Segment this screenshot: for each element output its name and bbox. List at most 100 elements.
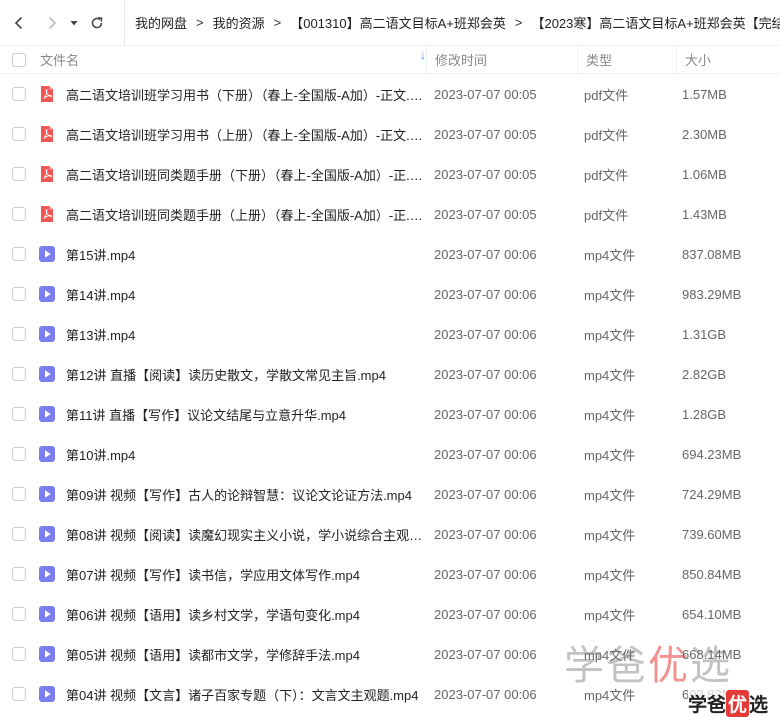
pdf-icon <box>38 205 56 223</box>
table-row[interactable]: 第13讲.mp4 2023-07-07 00:06 mp4文件 1.31GB <box>0 314 780 354</box>
file-type: pdf文件 <box>584 87 629 103</box>
file-name[interactable]: 第15讲.mp4 <box>66 245 426 264</box>
breadcrumb-item[interactable]: 【2023寒】高二语文目标A+班郑会英【完结】 <box>531 13 780 32</box>
table-row[interactable]: 第11讲 直播【写作】议论文结尾与立意升华.mp4 2023-07-07 00:0… <box>0 394 780 434</box>
row-checkbox[interactable] <box>12 447 26 461</box>
video-icon <box>38 285 56 303</box>
table-row[interactable]: 第10讲.mp4 2023-07-07 00:06 mp4文件 694.23MB <box>0 434 780 474</box>
file-name[interactable]: 第10讲.mp4 <box>66 445 426 464</box>
history-dropdown-button[interactable] <box>63 11 86 35</box>
file-size: 654.10MB <box>682 606 742 622</box>
select-all-checkbox[interactable] <box>12 52 26 67</box>
file-name[interactable]: 第06讲 视频【语用】读乡村文学，学语句变化.mp4 <box>66 605 426 624</box>
row-checkbox[interactable] <box>12 527 26 541</box>
file-type: pdf文件 <box>584 207 629 223</box>
sort-arrow-icon: ↓ <box>420 48 426 62</box>
table-row[interactable]: 第07讲 视频【写作】读书信，学应用文体写作.mp4 2023-07-07 00:… <box>0 554 780 594</box>
file-type: mp4文件 <box>584 327 636 343</box>
table-row[interactable]: 第15讲.mp4 2023-07-07 00:06 mp4文件 837.08MB <box>0 234 780 274</box>
column-header-name[interactable]: 文件名 ↓ <box>38 48 426 69</box>
file-size: 837.08MB <box>682 246 742 262</box>
file-name[interactable]: 高二语文培训班同类题手册（下册）（春上-全国版-A加）-正.pdf <box>66 165 426 184</box>
column-header-type[interactable]: 类型 <box>578 50 676 69</box>
file-name[interactable]: 第13讲.mp4 <box>66 325 426 344</box>
breadcrumb-item[interactable]: 【001310】高二语文目标A+班郑会英 <box>290 13 506 32</box>
video-icon <box>38 605 56 623</box>
table-row[interactable]: 第14讲.mp4 2023-07-07 00:06 mp4文件 983.29MB <box>0 274 780 314</box>
file-modified: 2023-07-07 00:06 <box>434 526 537 542</box>
file-size: 1.43MB <box>682 206 727 222</box>
video-icon <box>38 325 56 343</box>
row-checkbox[interactable] <box>12 247 26 261</box>
file-type: mp4文件 <box>584 367 636 383</box>
file-modified: 2023-07-07 00:05 <box>434 166 537 182</box>
pdf-icon <box>38 125 56 143</box>
file-size: 1.57MB <box>682 86 727 102</box>
column-header-modified-label: 修改时间 <box>435 53 488 68</box>
back-button[interactable] <box>8 11 31 35</box>
row-checkbox[interactable] <box>12 207 26 221</box>
file-name[interactable]: 第04讲 视频【文言】诸子百家专题（下）：文言文主观题.mp4 <box>66 685 426 704</box>
breadcrumb-item[interactable]: 我的资源 <box>213 13 265 32</box>
file-name[interactable]: 第11讲 直播【写作】议论文结尾与立意升华.mp4 <box>66 405 426 424</box>
video-icon <box>38 365 56 383</box>
column-header-size[interactable]: 大小 <box>677 50 767 69</box>
refresh-button[interactable] <box>86 11 109 35</box>
file-type: pdf文件 <box>584 167 629 183</box>
table-header: 文件名 ↓ 修改时间 类型 大小 <box>0 45 780 74</box>
table-row[interactable]: 第08讲 视频【阅读】读魔幻现实主义小说，学小说综合主观题.... 2023-07… <box>0 514 780 554</box>
refresh-icon <box>91 16 103 28</box>
table-row[interactable]: 高二语文培训班同类题手册（下册）（春上-全国版-A加）-正.pdf 2023-07… <box>0 154 780 194</box>
row-checkbox[interactable] <box>12 647 26 661</box>
file-name[interactable]: 第12讲 直播【阅读】读历史散文，学散文常见主旨.mp4 <box>66 365 426 384</box>
table-row[interactable]: 第06讲 视频【语用】读乡村文学，学语句变化.mp4 2023-07-07 00:… <box>0 594 780 634</box>
table-row[interactable]: 第12讲 直播【阅读】读历史散文，学散文常见主旨.mp4 2023-07-07 0… <box>0 354 780 394</box>
file-type: mp4文件 <box>584 487 636 503</box>
row-checkbox[interactable] <box>12 687 26 701</box>
breadcrumb: 我的网盘 > 我的资源 > 【001310】高二语文目标A+班郑会英 > 【20… <box>124 0 780 46</box>
column-header-modified[interactable]: 修改时间 <box>427 50 577 69</box>
column-header-name-label: 文件名 <box>40 53 80 68</box>
watermark-text: 学爸 <box>564 643 648 689</box>
file-name[interactable]: 第05讲 视频【语用】读都市文学，学修辞手法.mp4 <box>66 645 426 664</box>
file-name[interactable]: 第14讲.mp4 <box>66 285 426 304</box>
row-checkbox[interactable] <box>12 607 26 621</box>
watermark-logo-text: 选 <box>749 694 769 716</box>
file-type: pdf文件 <box>584 127 629 143</box>
table-row[interactable]: 高二语文培训班学习用书（下册）（春上-全国版-A加）-正文.pdf 2023-07… <box>0 74 780 114</box>
video-icon <box>38 645 56 663</box>
file-name[interactable]: 高二语文培训班学习用书（下册）（春上-全国版-A加）-正文.pdf <box>66 85 426 104</box>
breadcrumb-item[interactable]: 我的网盘 <box>135 13 187 32</box>
row-checkbox[interactable] <box>12 127 26 141</box>
column-header-size-label: 大小 <box>685 53 712 68</box>
row-checkbox[interactable] <box>12 167 26 181</box>
file-size: 724.29MB <box>682 486 742 502</box>
file-name[interactable]: 第08讲 视频【阅读】读魔幻现实主义小说，学小说综合主观题.... <box>66 525 426 544</box>
file-size: 739.60MB <box>682 526 742 542</box>
file-modified: 2023-07-07 00:06 <box>434 486 537 502</box>
table-row[interactable]: 第09讲 视频【写作】古人的论辩智慧：议论文论证方法.mp4 2023-07-07… <box>0 474 780 514</box>
row-checkbox[interactable] <box>12 327 26 341</box>
forward-button[interactable] <box>41 11 64 35</box>
row-checkbox[interactable] <box>12 487 26 501</box>
watermark-large: 学爸优选 <box>564 633 732 691</box>
caret-down-icon <box>70 20 78 25</box>
table-row[interactable]: 高二语文培训班同类题手册（上册）（春上-全国版-A加）-正.pdf 2023-07… <box>0 194 780 234</box>
row-checkbox[interactable] <box>12 567 26 581</box>
row-checkbox[interactable] <box>12 367 26 381</box>
row-checkbox[interactable] <box>12 87 26 101</box>
file-name[interactable]: 第07讲 视频【写作】读书信，学应用文体写作.mp4 <box>66 565 426 584</box>
file-list: 高二语文培训班学习用书（下册）（春上-全国版-A加）-正文.pdf 2023-07… <box>0 74 780 714</box>
chevron-right-icon <box>48 16 56 29</box>
file-modified: 2023-07-07 00:06 <box>434 566 537 582</box>
row-checkbox[interactable] <box>12 407 26 421</box>
row-checkbox[interactable] <box>12 287 26 301</box>
file-name[interactable]: 第09讲 视频【写作】古人的论辩智慧：议论文论证方法.mp4 <box>66 485 426 504</box>
table-row[interactable]: 高二语文培训班学习用书（上册）（春上-全国版-A加）-正文.pdf 2023-07… <box>0 114 780 154</box>
file-name[interactable]: 高二语文培训班学习用书（上册）（春上-全国版-A加）-正文.pdf <box>66 125 426 144</box>
video-icon <box>38 525 56 543</box>
column-header-type-label: 类型 <box>586 53 613 68</box>
watermark-logo-box: 优 <box>726 690 750 717</box>
file-type: mp4文件 <box>584 447 636 463</box>
file-name[interactable]: 高二语文培训班同类题手册（上册）（春上-全国版-A加）-正.pdf <box>66 205 426 224</box>
